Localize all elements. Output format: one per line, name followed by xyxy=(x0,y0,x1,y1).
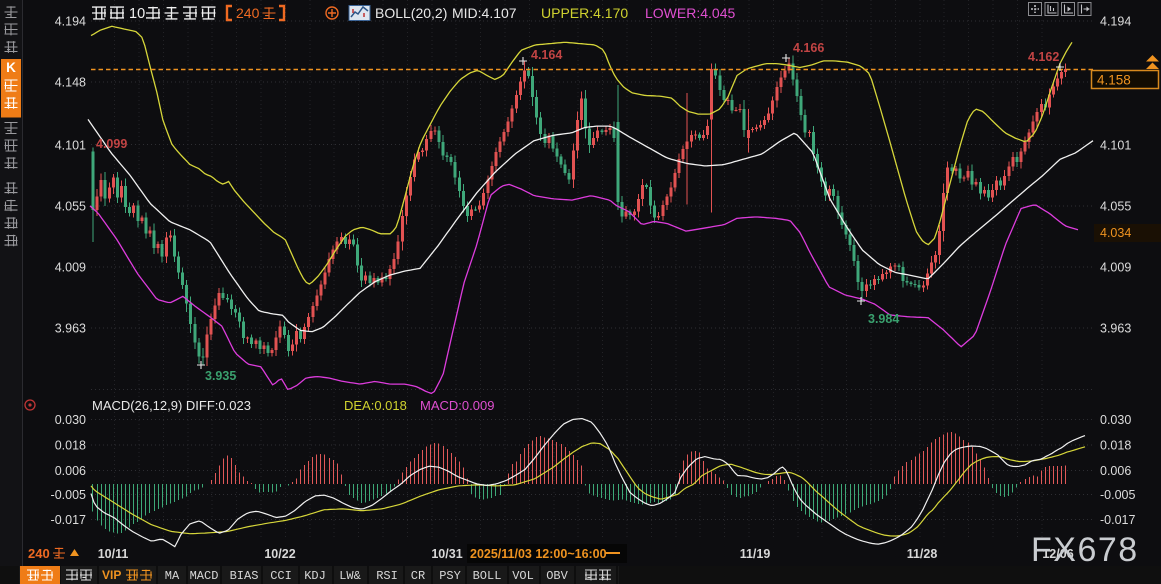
svg-text:3.935: 3.935 xyxy=(205,369,236,383)
svg-text:MACD: MACD xyxy=(190,569,219,583)
svg-text:-0.005: -0.005 xyxy=(51,488,86,502)
svg-text:MA: MA xyxy=(165,569,180,583)
svg-text:0.030: 0.030 xyxy=(1100,413,1131,427)
svg-text:0.006: 0.006 xyxy=(1100,464,1131,478)
svg-text:VIP: VIP xyxy=(102,568,121,582)
svg-text:DEA:0.018: DEA:0.018 xyxy=(344,398,407,413)
svg-text:LW&: LW& xyxy=(339,569,361,583)
svg-text:4.101: 4.101 xyxy=(55,139,86,153)
svg-text:KDJ: KDJ xyxy=(304,569,326,583)
svg-text:LOWER:4.045: LOWER:4.045 xyxy=(645,5,735,21)
svg-text:11/28: 11/28 xyxy=(907,547,938,561)
svg-text:PSY: PSY xyxy=(439,569,461,583)
svg-text:4.162: 4.162 xyxy=(1028,50,1059,64)
svg-text:4.148: 4.148 xyxy=(55,76,86,90)
svg-text:0.030: 0.030 xyxy=(55,413,86,427)
svg-text:10/22: 10/22 xyxy=(264,547,295,561)
svg-text:MACD(26,12,9) DIFF:0.023: MACD(26,12,9) DIFF:0.023 xyxy=(92,398,251,413)
svg-text:2025/11/03 12:00~16:00: 2025/11/03 12:00~16:00 xyxy=(470,547,607,561)
svg-text:4.194: 4.194 xyxy=(55,15,86,29)
svg-text:K: K xyxy=(6,60,16,75)
svg-text:4.194: 4.194 xyxy=(1100,15,1131,29)
svg-text:3.963: 3.963 xyxy=(55,322,86,336)
svg-text:4.166: 4.166 xyxy=(793,41,824,55)
svg-text:10/31: 10/31 xyxy=(431,547,462,561)
svg-text:CR: CR xyxy=(411,569,425,583)
svg-text:MID:4.107: MID:4.107 xyxy=(452,5,517,21)
svg-text:4.055: 4.055 xyxy=(55,200,86,214)
svg-text:4.009: 4.009 xyxy=(55,261,86,275)
svg-text:FX678: FX678 xyxy=(1031,531,1139,569)
svg-text:OBV: OBV xyxy=(546,569,568,583)
svg-text:VOL: VOL xyxy=(512,569,534,583)
svg-text:3.963: 3.963 xyxy=(1100,322,1131,336)
svg-text:3.984: 3.984 xyxy=(868,312,899,326)
svg-text:CCI: CCI xyxy=(270,569,292,583)
svg-text:240: 240 xyxy=(236,5,260,21)
svg-text:4.099: 4.099 xyxy=(96,137,127,151)
svg-text:BOLL: BOLL xyxy=(473,569,502,583)
svg-text:11/19: 11/19 xyxy=(740,547,771,561)
svg-text:10: 10 xyxy=(129,6,145,22)
svg-text:4.055: 4.055 xyxy=(1100,200,1131,214)
svg-text:-0.005: -0.005 xyxy=(1100,488,1135,502)
svg-text:4.101: 4.101 xyxy=(1100,139,1131,153)
svg-text:MACD:0.009: MACD:0.009 xyxy=(420,398,494,413)
svg-text:-0.017: -0.017 xyxy=(51,513,86,527)
svg-text:0.006: 0.006 xyxy=(55,464,86,478)
svg-text:BIAS: BIAS xyxy=(230,569,259,583)
svg-text:BOLL(20,2): BOLL(20,2) xyxy=(375,5,447,21)
svg-text:0.018: 0.018 xyxy=(1100,439,1131,453)
svg-text:4.009: 4.009 xyxy=(1100,261,1131,275)
svg-text:240: 240 xyxy=(28,546,50,561)
svg-text:4.034: 4.034 xyxy=(1100,226,1131,240)
svg-text:-0.017: -0.017 xyxy=(1100,513,1135,527)
svg-text:4.158: 4.158 xyxy=(1097,73,1131,88)
svg-text:RSI: RSI xyxy=(376,569,398,583)
svg-text:0.018: 0.018 xyxy=(55,439,86,453)
svg-text:10/11: 10/11 xyxy=(98,547,129,561)
svg-text:4.164: 4.164 xyxy=(531,48,562,62)
svg-text:UPPER:4.170: UPPER:4.170 xyxy=(541,5,628,21)
